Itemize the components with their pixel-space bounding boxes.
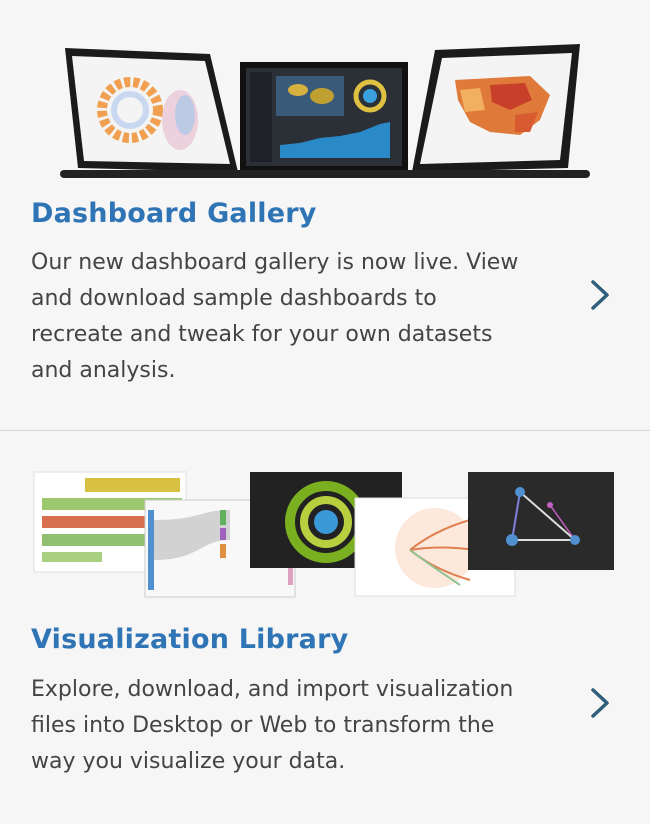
- left-laptop-screen: [65, 48, 238, 172]
- center-laptop-screen: [240, 62, 408, 172]
- card-title[interactable]: Visualization Library: [31, 624, 348, 655]
- description-line: way you visualize your data.: [31, 749, 346, 774]
- chevron-right-icon[interactable]: [588, 278, 612, 312]
- description-line: recreate and tweak for your own datasets: [31, 322, 493, 347]
- description-line: Our new dashboard gallery is now live. V…: [31, 250, 519, 275]
- description-line: and download sample dashboards to: [31, 286, 437, 311]
- description-line: Explore, download, and import visualizat…: [31, 677, 514, 702]
- description-line: files into Desktop or Web to transform t…: [31, 713, 495, 738]
- description-line: and analysis.: [31, 358, 176, 383]
- card-title[interactable]: Dashboard Gallery: [31, 198, 317, 229]
- dashboard-gallery-card[interactable]: Dashboard Gallery Our new dashboard gall…: [0, 0, 650, 430]
- visualization-library-illustration: [33, 471, 614, 598]
- right-laptop-screen: [412, 44, 580, 172]
- network-graph-thumbnail: [468, 472, 614, 570]
- chevron-right-icon[interactable]: [588, 686, 612, 720]
- card-description: Our new dashboard gallery is now live. V…: [31, 245, 571, 389]
- card-description: Explore, download, and import visualizat…: [31, 672, 571, 780]
- dashboard-gallery-illustration: [60, 44, 590, 178]
- visualization-library-card[interactable]: Visualization Library Explore, download,…: [0, 431, 650, 824]
